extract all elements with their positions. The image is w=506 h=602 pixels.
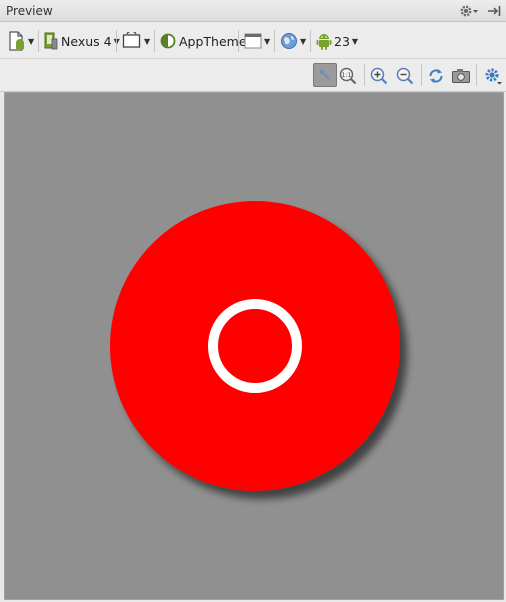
activity-layout-icon [244, 32, 262, 50]
actual-size-button[interactable]: 1:1 [339, 64, 357, 88]
chevron-down-icon: ▼ [300, 36, 307, 46]
device-selector[interactable]: Nexus 4 ▼ [44, 29, 120, 53]
zoom-out-icon [396, 67, 414, 85]
preview-titlebar: Preview [0, 0, 506, 22]
refresh-icon [427, 67, 445, 85]
virtual-device-icon [8, 31, 26, 51]
pin-icon[interactable] [486, 3, 502, 19]
device-icon [44, 32, 58, 50]
zoom-to-fit-button[interactable] [313, 63, 337, 87]
floating-action-button[interactable] [110, 201, 400, 491]
activity-layout-button[interactable]: ▼ [244, 29, 270, 53]
orientation-icon [122, 32, 142, 50]
toolbar-divider [38, 30, 39, 52]
orientation-button[interactable]: ▼ [122, 29, 150, 53]
zoom-in-icon [370, 67, 388, 85]
actual-size-icon: 1:1 [339, 67, 357, 85]
api-level-selector[interactable]: 23 ▼ [316, 29, 358, 53]
toolbar-divider [116, 30, 117, 52]
zoom-in-button[interactable] [370, 64, 388, 88]
locale-globe-icon [280, 32, 298, 50]
android-icon [316, 32, 332, 50]
chevron-down-icon: ▼ [351, 36, 359, 46]
chevron-down-icon: ▼ [28, 36, 35, 46]
refresh-button[interactable] [427, 64, 445, 88]
zoom-to-fit-icon [317, 67, 333, 83]
chevron-down-icon: ▼ [144, 36, 151, 46]
toolbar-divider [364, 64, 365, 86]
gear-icon[interactable] [458, 3, 480, 19]
virtual-device-button[interactable]: ▼ [8, 29, 34, 53]
preview-canvas[interactable] [4, 92, 504, 600]
toolbar-divider [310, 30, 311, 52]
actual-size-label: 1:1 [342, 72, 352, 79]
settings-button[interactable] [483, 64, 503, 88]
preview-toolbar-zoom: 1:1 [0, 59, 506, 92]
chevron-down-icon: ▼ [264, 36, 271, 46]
screenshot-button[interactable] [451, 64, 471, 88]
toolbar-divider [476, 64, 477, 86]
panel-title: Preview [6, 4, 53, 18]
toolbar-divider [274, 30, 275, 52]
fab-circle [110, 201, 400, 491]
settings-icon [483, 66, 503, 86]
api-level-label: 23 [334, 33, 350, 49]
theme-icon [160, 33, 176, 49]
toolbar-divider [238, 30, 239, 52]
device-label: Nexus 4 [61, 33, 112, 49]
toolbar-divider [154, 30, 155, 52]
theme-selector[interactable]: AppTheme [160, 29, 247, 53]
preview-toolbar-main: ▼ Nexus 4 ▼ ▼ AppTh [0, 23, 506, 59]
theme-label: AppTheme [179, 33, 247, 49]
zoom-out-button[interactable] [396, 64, 414, 88]
toolbar-divider [421, 64, 422, 86]
screenshot-icon [451, 67, 471, 85]
locale-button[interactable]: ▼ [280, 29, 306, 53]
layout-render [110, 201, 400, 491]
